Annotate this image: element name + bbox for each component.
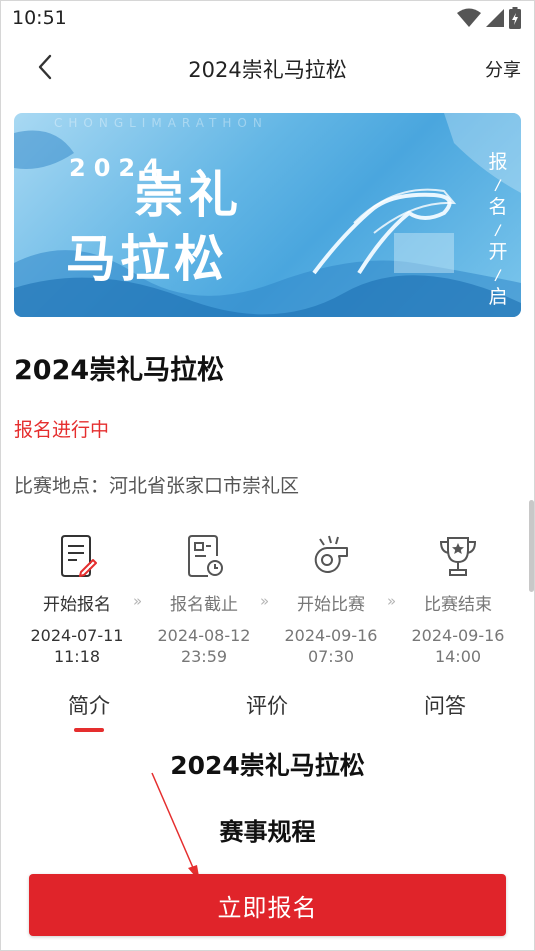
timeline-step-register-end: 报名截止 2024-08-12 23:59 xyxy=(141,530,267,667)
timeline-step-race-end: 比赛结束 2024-09-16 14:00 xyxy=(395,530,521,667)
location-value: 河北省张家口市崇礼区 xyxy=(109,475,300,497)
event-title: 2024崇礼马拉松 xyxy=(14,355,225,386)
tab-intro[interactable]: 简介 xyxy=(29,690,149,720)
banner-title-line1: 崇礼 xyxy=(134,166,242,224)
deadline-doc-icon xyxy=(188,535,223,577)
step-label: 开始比赛 xyxy=(297,595,365,615)
register-doc-icon xyxy=(61,535,97,577)
step-date-time: 07:30 xyxy=(307,647,355,666)
status-time: 10:51 xyxy=(12,7,67,29)
step-date-time: 14:00 xyxy=(434,647,482,666)
step-date-day: 2024-07-11 xyxy=(30,626,124,645)
event-banner[interactable]: CHONGLIMARATHON 2024 崇礼 马拉松 报 / 名 / 开 / 启 xyxy=(14,113,521,317)
banner-vertical-char: 启 xyxy=(488,286,508,308)
step-label: 报名截止 xyxy=(170,595,238,615)
scrollbar[interactable] xyxy=(529,500,534,592)
trophy-icon xyxy=(439,537,477,576)
whistle-icon xyxy=(314,535,348,573)
banner-vertical-char: 报 xyxy=(488,151,508,173)
event-timeline: 开始报名 2024-07-11 11:18 » 报名截止 2024-08-12 23… xyxy=(14,530,521,670)
banner-title-line2: 马拉松 xyxy=(66,230,228,288)
wifi-icon xyxy=(457,8,481,27)
step-date: 2024-09-16 14:00 xyxy=(395,625,521,667)
step-date-day: 2024-09-16 xyxy=(411,626,505,645)
timeline-step-register-start: 开始报名 2024-07-11 11:18 xyxy=(14,530,140,667)
nav-bar: 2024崇礼马拉松 分享 xyxy=(0,36,535,98)
timeline-step-race-start: 开始比赛 2024-09-16 07:30 xyxy=(268,530,394,667)
step-date-day: 2024-08-12 xyxy=(157,626,251,645)
step-date: 2024-09-16 07:30 xyxy=(268,625,394,667)
location-label: 比赛地点： xyxy=(14,475,110,497)
svg-text:CHONGLIMARATHON: CHONGLIMARATHON xyxy=(54,116,268,130)
tab-qa[interactable]: 问答 xyxy=(385,690,505,720)
page-title: 2024崇礼马拉松 xyxy=(188,58,347,82)
step-arrow: » xyxy=(133,592,142,610)
content-title: 2024崇礼马拉松 xyxy=(170,751,365,780)
tab-reviews[interactable]: 评价 xyxy=(207,690,327,720)
step-arrow: » xyxy=(260,592,269,610)
content-subtitle: 赛事规程 xyxy=(219,818,316,846)
active-tab-indicator xyxy=(74,728,104,732)
signal-icon xyxy=(486,9,504,27)
banner-year: 2024 xyxy=(69,154,168,182)
status-bar: 10:51 xyxy=(0,0,535,36)
status-badge: 报名进行中 xyxy=(14,419,110,441)
banner-vertical-char: 名 xyxy=(488,196,508,218)
step-date-day: 2024-09-16 xyxy=(284,626,378,645)
detail-tabs: 简介 评价 问答 xyxy=(0,686,535,734)
banner-vertical-char: 开 xyxy=(488,241,508,263)
share-button[interactable]: 分享 xyxy=(485,56,521,82)
banner-vertical-text: 报 / 名 / 开 / 启 xyxy=(485,147,511,313)
step-date-time: 23:59 xyxy=(180,647,228,666)
step-label: 比赛结束 xyxy=(424,595,492,615)
status-icons xyxy=(457,7,521,29)
register-button[interactable]: 立即报名 xyxy=(29,874,506,936)
step-arrow: » xyxy=(387,592,396,610)
step-date-time: 11:18 xyxy=(53,647,101,666)
step-label: 开始报名 xyxy=(43,595,111,615)
event-location: 比赛地点：河北省张家口市崇礼区 xyxy=(14,471,299,498)
step-date: 2024-07-11 11:18 xyxy=(14,625,140,667)
step-date: 2024-08-12 23:59 xyxy=(141,625,267,667)
battery-icon xyxy=(509,7,521,29)
